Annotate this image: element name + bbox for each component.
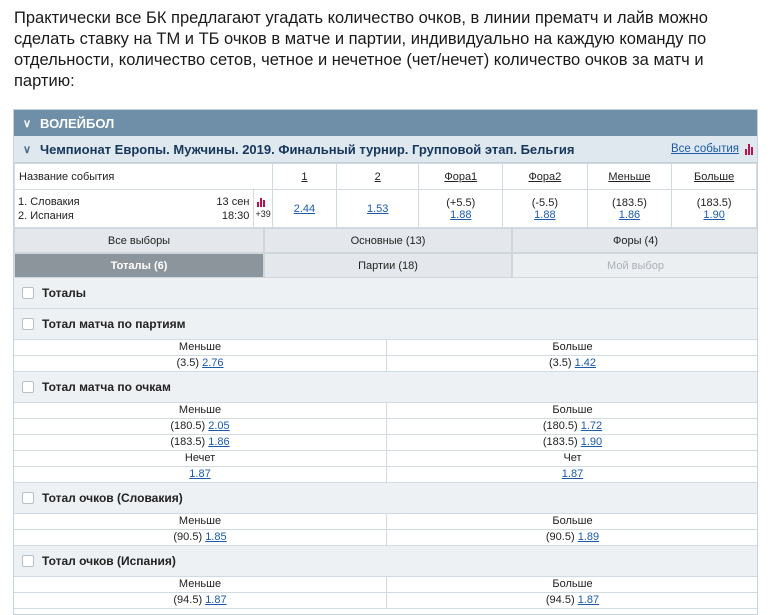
odd-cell[interactable]: (180.5) 2.05	[14, 419, 387, 435]
odd-over[interactable]: (183.5) 1.90	[671, 189, 757, 228]
odd-cell[interactable]: (94.5) 1.87	[387, 593, 757, 609]
event-datetime: 13 сен 18:30	[179, 189, 255, 228]
checkbox[interactable]	[22, 555, 34, 567]
col-2[interactable]: 2	[335, 163, 420, 190]
section-spain-total[interactable]: Тотал очков (Испания)	[14, 546, 757, 577]
betting-widget: ∨ ВОЛЕЙБОЛ ∨ Чемпионат Европы. Мужчины. …	[13, 109, 758, 615]
team-2: 2. Испания	[18, 209, 74, 222]
tab-my-choice[interactable]: Мой выбор	[512, 253, 757, 278]
odd-cell[interactable]: (94.5) 1.87	[14, 593, 387, 609]
odd-cell[interactable]: 1.87	[387, 467, 757, 483]
col-fora1[interactable]: Фора1	[418, 163, 504, 190]
col-1[interactable]: 1	[271, 163, 337, 190]
section-totals[interactable]: Тоталы	[14, 278, 757, 309]
odd-2[interactable]: 1.53	[335, 189, 420, 228]
sport-title: ВОЛЕЙБОЛ	[40, 115, 115, 131]
odd-cell[interactable]: (3.5) 1.42	[387, 356, 757, 372]
tab-main[interactable]: Основные (13)	[264, 228, 512, 253]
all-events-link[interactable]: Все события	[671, 143, 739, 155]
tab-all[interactable]: Все выборы	[14, 228, 264, 253]
odd-fora2[interactable]: (-5.5) 1.88	[502, 189, 588, 228]
odd-cell[interactable]: (180.5) 1.72	[387, 419, 757, 435]
spain-total-grid: Меньше Больше (94.5) 1.87 (94.5) 1.87	[14, 577, 757, 609]
points-total-grid: Меньше Больше (180.5) 2.05 (180.5) 1.72 …	[14, 403, 757, 483]
tab-sets[interactable]: Партии (18)	[264, 253, 512, 278]
intro-text: Практически все БК предлагают угадать ко…	[14, 9, 708, 90]
section-slovakia-total[interactable]: Тотал очков (Словакия)	[14, 483, 757, 514]
tab-handicaps[interactable]: Форы (4)	[512, 228, 757, 253]
col-fora2[interactable]: Фора2	[502, 163, 588, 190]
odd-cell[interactable]: (183.5) 1.90	[387, 435, 757, 451]
checkbox[interactable]	[22, 287, 34, 299]
checkbox[interactable]	[22, 381, 34, 393]
tab-totals[interactable]: Тоталы (6)	[14, 253, 264, 278]
championship-header[interactable]: ∨ Чемпионат Европы. Мужчины. 2019. Финал…	[14, 136, 757, 163]
checkbox[interactable]	[22, 492, 34, 504]
chevron-down-icon[interactable]: ∨	[14, 143, 40, 156]
section-points-total[interactable]: Тотал матча по очкам	[14, 372, 757, 403]
odd-1[interactable]: 2.44	[271, 189, 337, 228]
odd-cell[interactable]: 1.87	[14, 467, 387, 483]
market-tabs: Все выборы Основные (13) Форы (4) Тоталы…	[14, 228, 757, 278]
event-table: Название события 1 2 Фора1 Фора2 Меньше …	[14, 163, 757, 228]
chevron-down-icon[interactable]: ∨	[14, 117, 40, 130]
stats-icon	[257, 198, 266, 207]
team-1: 1. Словакия	[18, 195, 80, 208]
checkbox[interactable]	[22, 318, 34, 330]
championship-title: Чемпионат Европы. Мужчины. 2019. Финальн…	[40, 141, 575, 157]
odd-cell[interactable]: (3.5) 2.76	[14, 356, 387, 372]
odd-cell[interactable]: (183.5) 1.86	[14, 435, 387, 451]
event-extra[interactable]: +39	[253, 189, 273, 228]
section-sets-total[interactable]: Тотал матча по партиям	[14, 309, 757, 340]
stats-icon[interactable]	[745, 143, 753, 155]
slovakia-total-grid: Меньше Больше (90.5) 1.85 (90.5) 1.89	[14, 514, 757, 546]
col-under[interactable]: Меньше	[586, 163, 673, 190]
odd-cell[interactable]: (90.5) 1.85	[14, 530, 387, 546]
event-teams[interactable]: 1. Словакия 2. Испания	[14, 189, 180, 228]
sets-total-grid: Меньше Больше (3.5) 2.76 (3.5) 1.42	[14, 340, 757, 372]
col-event-name: Название события	[14, 163, 273, 190]
sport-header[interactable]: ∨ ВОЛЕЙБОЛ	[14, 110, 757, 136]
odd-cell[interactable]: (90.5) 1.89	[387, 530, 757, 546]
odd-fora1[interactable]: (+5.5) 1.88	[418, 189, 504, 228]
odd-under[interactable]: (183.5) 1.86	[586, 189, 673, 228]
more-markets-count[interactable]: +39	[254, 209, 272, 219]
col-over[interactable]: Больше	[671, 163, 757, 190]
